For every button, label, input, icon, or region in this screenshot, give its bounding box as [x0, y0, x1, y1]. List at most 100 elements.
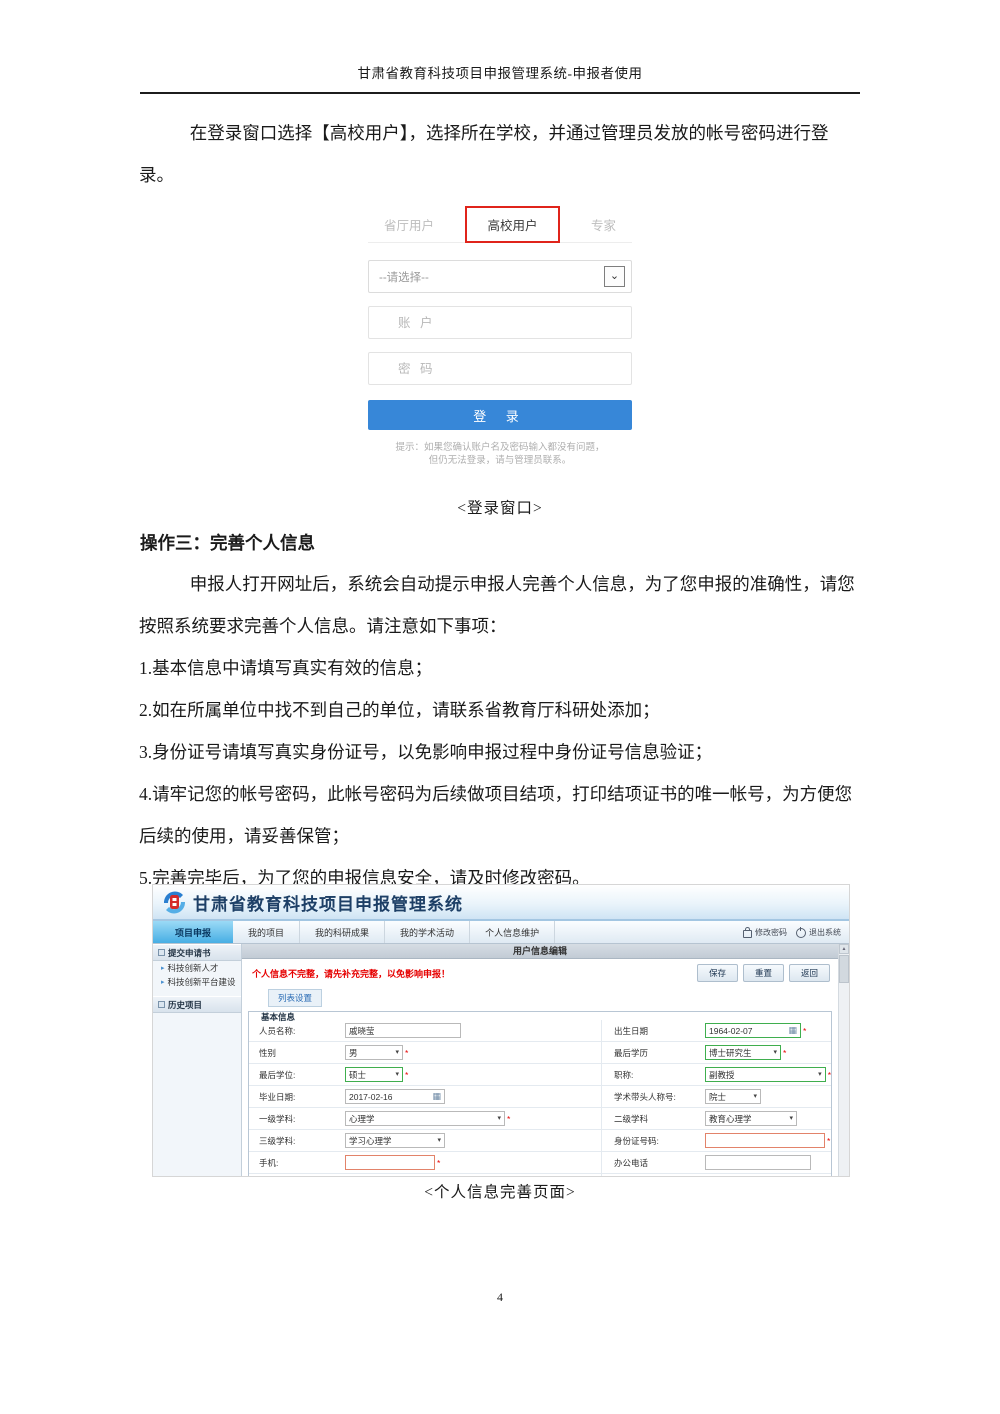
action-buttons: 保存 重置 返回	[697, 964, 830, 982]
select-arrow-icon: ▾	[493, 1115, 501, 1122]
change-password-label: 修改密码	[755, 927, 787, 938]
tab-list-settings[interactable]: 列表设置	[268, 989, 322, 1007]
select-arrow-icon: ▾	[433, 1137, 441, 1144]
office-phone-label: 办公电话	[601, 1152, 705, 1173]
app-body: 提交申请书 ▸ 科技创新人才 ▸ 科技创新平台建设 历史项目 用户信息编辑	[153, 944, 849, 1177]
scroll-up-icon[interactable]: ▲	[839, 944, 849, 954]
basic-info-fieldset: 基本信息 人员名称: 戚晓莹 出生日期 1964-02-07 ▦	[248, 1011, 832, 1177]
note-item-2: 2.如在所属单位中找不到自己的单位，请联系省教育厅科研处添加；	[139, 689, 863, 731]
logout-link[interactable]: 退出系统	[796, 927, 841, 938]
sidebar-item-innovation-platform[interactable]: ▸ 科技创新平台建设	[153, 975, 241, 989]
nav-tab-profile[interactable]: 个人信息维护	[470, 921, 555, 943]
save-button[interactable]: 保存	[697, 964, 738, 982]
gender-select[interactable]: 男 ▾	[345, 1045, 403, 1060]
group-square-icon	[158, 1001, 165, 1008]
login-tabs: 省厅用户 高校用户 专家	[368, 206, 632, 243]
id-number-input[interactable]	[705, 1133, 825, 1148]
incomplete-warning: 个人信息不完整，请先补充完整，以免影响申报！	[252, 967, 450, 980]
tab-university-user[interactable]: 高校用户	[465, 206, 559, 243]
login-hint: 提示：如果您确认账户名及密码输入都没有问题， 但仍无法登录，请与管理员联系。	[368, 441, 632, 467]
form-rows: 人员名称: 戚晓莹 出生日期 1964-02-07 ▦ *	[249, 1012, 831, 1177]
academic-leader-select[interactable]: 院士 ▾	[705, 1089, 761, 1104]
change-password-link[interactable]: 修改密码	[743, 927, 787, 938]
person-name-input[interactable]: 戚晓莹	[345, 1023, 461, 1038]
app-title: 甘肃省教育科技项目申报管理系统	[193, 890, 463, 915]
login-button[interactable]: 登 录	[368, 400, 632, 430]
required-marker: *	[828, 1070, 831, 1080]
birth-date-label: 出生日期	[601, 1020, 705, 1041]
warning-row: 个人信息不完整，请先补充完整，以免影响申报！ 保存 重置 返回	[242, 959, 838, 985]
first-discipline-select[interactable]: 心理学 ▾	[345, 1111, 505, 1126]
mobile-input[interactable]	[345, 1155, 435, 1170]
qq-label: QQ:	[601, 1174, 705, 1177]
office-phone-input[interactable]	[705, 1155, 811, 1170]
required-marker: *	[803, 1026, 806, 1036]
note-item-3: 3.身份证号请填写真实身份证号，以免影响申报过程中身份证号信息验证；	[139, 731, 863, 773]
profile-page-screenshot: 甘肃省教育科技项目申报管理系统 项目申报 我的项目 我的科研成果 我的学术活动 …	[152, 884, 850, 1177]
select-arrow-icon: ▾	[785, 1115, 793, 1122]
fieldset-legend: 基本信息	[257, 1011, 299, 1023]
graduation-date-input[interactable]: 2017-02-16 ▦	[345, 1089, 445, 1104]
intro-paragraph: 在登录窗口选择【高校用户】，选择所在学校，并通过管理员发放的帐号密码进行登录。	[139, 112, 863, 196]
form-row: EMAIL * QQ:	[249, 1174, 831, 1177]
nav-utilities: 修改密码 退出系统	[743, 921, 849, 943]
page-number: 4	[0, 1290, 1000, 1305]
doc-header-text: 甘肃省教育科技项目申报管理系统-申报者使用	[358, 66, 643, 81]
sidebar-group-submit[interactable]: 提交申请书	[153, 944, 241, 961]
last-education-select[interactable]: 博士研究生 ▾	[705, 1045, 781, 1060]
vertical-scrollbar[interactable]: ▲	[838, 944, 849, 1177]
sidebar-group-history[interactable]: 历史项目	[153, 996, 241, 1013]
back-button[interactable]: 返回	[789, 964, 830, 982]
first-discipline-label: 一级学科:	[249, 1113, 345, 1125]
tab-provincial-user[interactable]: 省厅用户	[382, 211, 436, 238]
scrollbar-thumb[interactable]	[839, 955, 849, 983]
arrow-right-icon: ▸	[161, 979, 165, 986]
required-marker: *	[827, 1136, 830, 1146]
gender-label: 性别	[249, 1047, 345, 1059]
reset-button[interactable]: 重置	[743, 964, 784, 982]
profile-caption: <个人信息完善页面>	[0, 1180, 1000, 1202]
sidebar-group-history-label: 历史项目	[168, 999, 202, 1011]
tab-strip: 列表设置	[242, 985, 838, 1007]
select-arrow-icon: ▾	[769, 1049, 777, 1056]
title-label: 职称:	[601, 1064, 705, 1085]
third-discipline-select[interactable]: 学习心理学 ▾	[345, 1133, 445, 1148]
nav-tab-my-projects[interactable]: 我的项目	[233, 921, 300, 943]
nav-tab-project-apply[interactable]: 项目申报	[153, 921, 233, 943]
account-input[interactable]	[368, 306, 632, 339]
calendar-icon[interactable]: ▦	[788, 1026, 797, 1035]
form-row: 三级学科: 学习心理学 ▾ 身份证号码: *	[249, 1130, 831, 1152]
title-select[interactable]: 副教授 ▾	[705, 1067, 826, 1082]
form-row: 最后学位: 硕士 ▾ * 职称: 副教授	[249, 1064, 831, 1086]
sidebar-spacer	[153, 989, 241, 996]
form-row: 人员名称: 戚晓莹 出生日期 1964-02-07 ▦ *	[249, 1020, 831, 1042]
second-discipline-select[interactable]: 教育心理学 ▾	[705, 1111, 797, 1126]
graduation-date-label: 毕业日期:	[249, 1091, 345, 1103]
birth-date-input[interactable]: 1964-02-07 ▦	[705, 1023, 801, 1038]
last-education-label: 最后学历	[601, 1042, 705, 1063]
select-arrow-icon: ▾	[749, 1093, 757, 1100]
nav-tab-my-achievements[interactable]: 我的科研成果	[300, 921, 385, 943]
required-marker: *	[405, 1048, 408, 1058]
tab-expert[interactable]: 专家	[589, 211, 618, 238]
third-discipline-label: 三级学科:	[249, 1135, 345, 1147]
chevron-down-icon[interactable]: ⌄	[604, 266, 625, 287]
last-degree-select[interactable]: 硕士 ▾	[345, 1067, 403, 1082]
id-number-label: 身份证号码:	[601, 1130, 705, 1151]
app-header: 甘肃省教育科技项目申报管理系统	[153, 885, 849, 921]
app-logo-icon	[161, 889, 188, 916]
password-input[interactable]	[368, 352, 632, 385]
nav-tab-my-activities[interactable]: 我的学术活动	[385, 921, 470, 943]
calendar-icon[interactable]: ▦	[432, 1092, 441, 1101]
section-intro: 申报人打开网址后，系统会自动提示申报人完善个人信息，为了您申报的准确性，请您按照…	[139, 563, 863, 647]
form-row: 毕业日期: 2017-02-16 ▦ 学术带头人称号: 院士	[249, 1086, 831, 1108]
school-select-placeholder: --请选择--	[379, 269, 429, 285]
sidebar: 提交申请书 ▸ 科技创新人才 ▸ 科技创新平台建设 历史项目	[153, 944, 242, 1177]
note-item-4: 4.请牢记您的帐号密码，此帐号密码为后续做项目结项，打印结项证书的唯一帐号，为方…	[139, 773, 863, 857]
select-arrow-icon: ▾	[391, 1071, 399, 1078]
power-icon	[796, 928, 806, 938]
logout-label: 退出系统	[809, 927, 841, 938]
login-hint-line1: 提示：如果您确认账户名及密码输入都没有问题，	[368, 441, 632, 454]
school-select[interactable]: --请选择-- ⌄	[368, 260, 632, 293]
sidebar-item-innovation-talent[interactable]: ▸ 科技创新人才	[153, 961, 241, 975]
